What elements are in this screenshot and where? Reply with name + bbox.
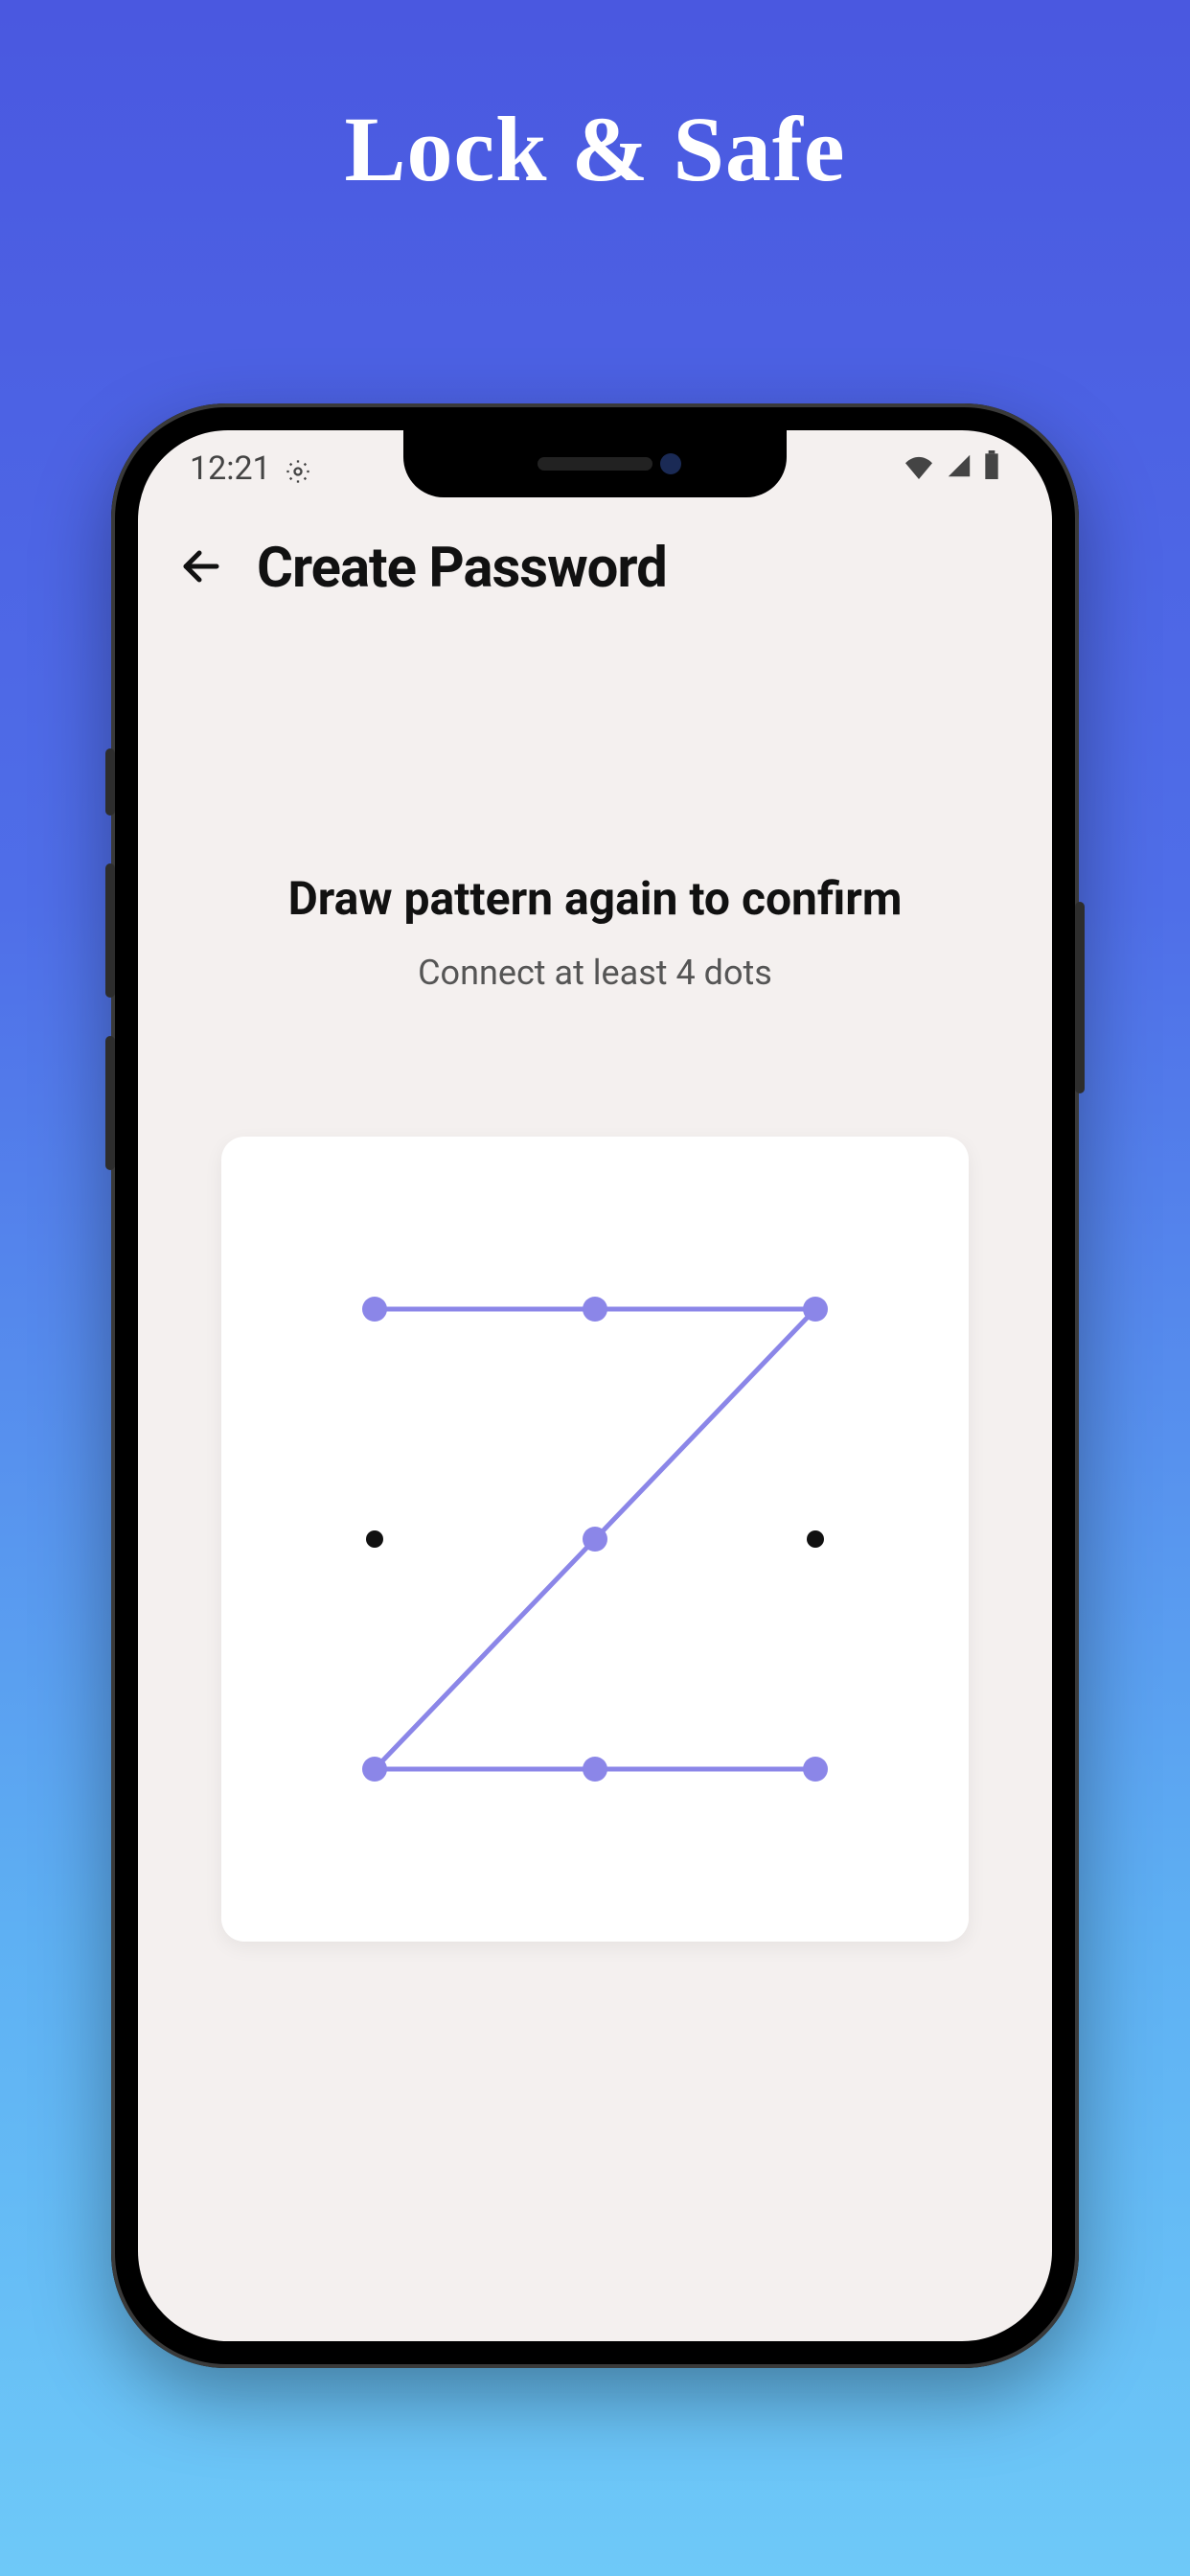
phone-speaker <box>538 457 652 471</box>
pattern-dot-5[interactable] <box>583 1527 607 1552</box>
phone-camera <box>660 453 681 474</box>
pattern-dot-6[interactable] <box>807 1530 824 1548</box>
pattern-input-card[interactable] <box>221 1137 969 1942</box>
instruction-subheading: Connect at least 4 dots <box>418 953 772 993</box>
pattern-dot-2[interactable] <box>583 1297 607 1322</box>
phone-notch <box>403 430 787 497</box>
pattern-dot-1[interactable] <box>362 1297 387 1322</box>
battery-icon <box>983 449 1000 488</box>
pattern-grid[interactable] <box>221 1137 969 1942</box>
phone-side-button <box>105 863 115 998</box>
phone-side-button <box>105 748 115 816</box>
back-button[interactable] <box>172 540 230 597</box>
pattern-dot-9[interactable] <box>803 1757 828 1782</box>
app-bar: Create Password <box>138 536 1052 601</box>
phone-side-button <box>105 1036 115 1170</box>
phone-side-button <box>1075 902 1085 1093</box>
signal-icon <box>945 449 973 488</box>
status-time: 12:21 <box>190 449 271 488</box>
wifi-icon <box>903 449 935 488</box>
pattern-dot-7[interactable] <box>362 1757 387 1782</box>
pattern-dot-3[interactable] <box>803 1297 828 1322</box>
page-title: Create Password <box>257 536 667 601</box>
phone-frame: 12:21 <box>111 403 1079 2368</box>
pattern-dot-8[interactable] <box>583 1757 607 1782</box>
phone-screen: 12:21 <box>138 430 1052 2341</box>
promo-title: Lock & Safe <box>345 96 846 202</box>
content-area: Draw pattern again to confirm Connect at… <box>138 871 1052 1942</box>
instruction-heading: Draw pattern again to confirm <box>288 871 903 926</box>
gear-icon <box>285 455 311 482</box>
pattern-dot-4[interactable] <box>366 1530 383 1548</box>
arrow-left-icon <box>178 543 224 593</box>
